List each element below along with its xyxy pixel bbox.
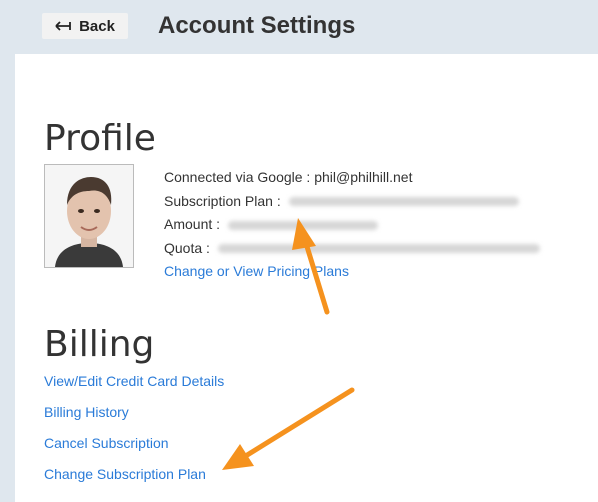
change-subscription-plan-link[interactable]: Change Subscription Plan [44,463,224,494]
amount-row: Amount : [164,213,540,237]
profile-info: Connected via Google : phil@philhill.net… [164,166,540,284]
amount-label: Amount : [164,216,221,232]
connected-email: phil@philhill.net [314,169,413,185]
billing-heading: Billing [44,324,155,365]
amount-value-redacted [227,220,378,230]
connected-label: Connected via Google : [164,169,315,185]
quota-value-redacted [217,244,540,254]
page-title: Account Settings [158,12,356,39]
plan-value-redacted [288,197,519,207]
pricing-row: Change or View Pricing Plans [164,260,540,284]
avatar [44,164,134,268]
pricing-plans-link[interactable]: Change or View Pricing Plans [164,263,349,279]
plan-label: Subscription Plan : [164,192,281,209]
quota-row: Quota : [164,237,540,261]
plan-row: Subscription Plan : [164,190,540,214]
connected-row: Connected via Google : phil@philhill.net [164,166,540,190]
billing-history-link[interactable]: Billing History [44,401,224,432]
arrow-left-icon [55,21,71,31]
cancel-subscription-link[interactable]: Cancel Subscription [44,432,224,463]
profile-photo [45,165,133,267]
edit-credit-card-link[interactable]: View/Edit Credit Card Details [44,370,224,401]
back-button[interactable]: Back [42,13,128,39]
settings-panel: Profile Connected via Google : phil@phil… [15,54,598,502]
profile-heading: Profile [44,118,156,159]
quota-label: Quota : [164,239,210,256]
billing-links: View/Edit Credit Card Details Billing Hi… [44,370,224,494]
top-bar: Back Account Settings [0,0,598,54]
back-button-label: Back [79,17,115,35]
